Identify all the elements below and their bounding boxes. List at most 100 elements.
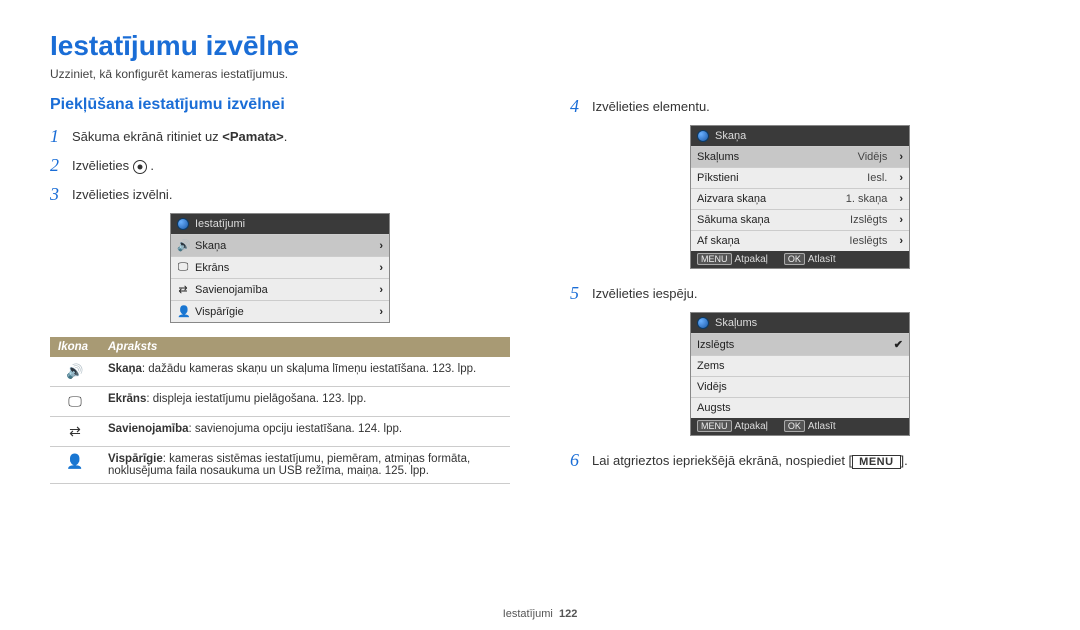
row-label: Augsts	[697, 402, 731, 414]
menu-row: Pīkstieni Iesl. ›	[691, 167, 909, 188]
row-label: Savienojamība	[195, 284, 268, 296]
row-label: Aizvara skaņa	[697, 193, 766, 205]
dial-icon	[697, 317, 709, 329]
step-number: 4	[570, 96, 584, 117]
page-title: Iestatījumu izvēlne	[50, 30, 1030, 62]
menu-row: ⇄ Savienojamība ›	[171, 278, 389, 300]
step-5: 5 Izvēlieties iespēju.	[570, 283, 1030, 304]
table-icon-cell: 🖵	[50, 387, 100, 417]
step-number: 3	[50, 184, 64, 205]
intro-text: Uzziniet, kā konfigurēt kameras iestatīj…	[50, 67, 1030, 81]
row-icon: 👤	[177, 305, 189, 318]
row-label: Vidējs	[697, 381, 727, 393]
row-value: Vidējs	[858, 151, 888, 163]
menu-header: Iestatījumi	[171, 214, 389, 234]
ok-btn-label: OK	[784, 253, 805, 265]
menu-header: Skaņa	[691, 126, 909, 146]
table-desc-cell: Ekrāns: displeja iestatījumu pielāgošana…	[100, 387, 510, 417]
row-label: Skaļums	[697, 151, 739, 163]
row-value: Iesl.	[867, 172, 887, 184]
table-row: 🔊Skaņa: dažādu kameras skaņu un skaļuma …	[50, 357, 510, 387]
table-head-icon: Ikona	[50, 337, 100, 357]
chevron-right-icon: ›	[379, 284, 383, 296]
step-number: 2	[50, 155, 64, 176]
icon-description-table: Ikona Apraksts 🔊Skaņa: dažādu kameras sk…	[50, 337, 510, 484]
menu-row: Af skaņaIeslēgts›	[691, 230, 909, 251]
step-number: 1	[50, 126, 64, 147]
row-value: Ieslēgts	[849, 235, 887, 247]
dial-icon	[697, 130, 709, 142]
step-1: 1 Sākuma ekrānā ritiniet uz <Pamata>.	[50, 126, 510, 147]
chevron-right-icon: ›	[899, 214, 903, 226]
menu-button-graphic: MENU	[852, 455, 900, 469]
step-5-text: Izvēlieties iespēju.	[592, 283, 698, 301]
table-desc-cell: Savienojamība: savienojuma opciju iestat…	[100, 417, 510, 447]
menu-row: 🔊 Skaņa ›	[171, 234, 389, 256]
menu-row: 👤Vispārīgie›	[171, 300, 389, 322]
target-icon	[133, 160, 147, 174]
step-1-text: Sākuma ekrānā ritiniet uz	[72, 129, 222, 144]
ok-btn-label: OK	[784, 420, 805, 432]
menu-btn-label: MENU	[697, 253, 732, 265]
step-number: 6	[570, 450, 584, 471]
step-1-bold: <Pamata>	[222, 129, 283, 144]
left-column: Piekļūšana iestatījumu izvēlnei 1 Sākuma…	[50, 96, 510, 484]
menu-title: Skaļums	[715, 317, 757, 329]
table-desc-cell: Skaņa: dažādu kameras skaņu un skaļuma l…	[100, 357, 510, 387]
footer-page: 122	[559, 608, 577, 620]
table-row: ⇄Savienojamība: savienojuma opciju iesta…	[50, 417, 510, 447]
chevron-right-icon: ›	[379, 262, 383, 274]
step-3-text: Izvēlieties izvēlni.	[72, 184, 172, 202]
menu-footer: MENUAtpakaļ OKAtlasīt	[691, 418, 909, 435]
page-footer: Iestatījumi 122	[0, 608, 1080, 620]
menu-title: Skaņa	[715, 130, 746, 142]
menu-row: Sākuma skaņa Izslēgts ›	[691, 209, 909, 230]
table-desc-cell: Vispārīgie: kameras sistēmas iestatījumu…	[100, 447, 510, 484]
back-label: Atpakaļ	[735, 254, 768, 265]
step-4: 4 Izvēlieties elementu.	[570, 96, 1030, 117]
step-2-text: Izvēlieties	[72, 158, 133, 173]
menu-row: Skaļums Vidējs ›	[691, 146, 909, 167]
row-icon: 🖵	[177, 261, 189, 274]
chevron-right-icon: ›	[899, 172, 903, 184]
row-label: Izslēgts	[697, 339, 734, 351]
row-label: Sākuma skaņa	[697, 214, 770, 226]
settings-menu-preview: Iestatījumi 🔊 Skaņa › 🖵 Ekrāns › ⇄ Savienojamīb…	[170, 213, 390, 323]
row-icon: ⇄	[177, 283, 189, 296]
menu-row: Vidējs	[691, 376, 909, 397]
row-value: Izslēgts	[850, 214, 887, 226]
chevron-right-icon: ›	[379, 240, 383, 252]
chevron-right-icon: ›	[899, 193, 903, 205]
chevron-right-icon: ›	[379, 306, 383, 318]
row-label: Pīkstieni	[697, 172, 739, 184]
menu-header: Skaļums	[691, 313, 909, 333]
step-3: 3 Izvēlieties izvēlni.	[50, 184, 510, 205]
step-6: 6 Lai atgrieztos iepriekšējā ekrānā, nos…	[570, 450, 1030, 471]
right-column: 4 Izvēlieties elementu. Skaņa Skaļums Vid…	[570, 96, 1030, 484]
row-label: Ekrāns	[195, 262, 229, 274]
dial-icon	[177, 218, 189, 230]
chevron-right-icon: ›	[899, 151, 903, 163]
sound-menu-preview: Skaņa SkaļumsVidējs›PīkstieniIesl.›Aizva…	[690, 125, 910, 269]
menu-row: 🖵 Ekrāns ›	[171, 256, 389, 278]
section-heading: Piekļūšana iestatījumu izvēlnei	[50, 96, 510, 114]
footer-section: Iestatījumi	[503, 608, 553, 620]
table-row: 👤Vispārīgie: kameras sistēmas iestatījum…	[50, 447, 510, 484]
row-icon: 🔊	[177, 239, 189, 252]
check-icon: ✔	[894, 338, 903, 351]
table-icon-cell: ⇄	[50, 417, 100, 447]
table-head-desc: Apraksts	[100, 337, 510, 357]
select-label: Atlasīt	[808, 254, 836, 265]
row-label: Zems	[697, 360, 725, 372]
step-number: 5	[570, 283, 584, 304]
back-label: Atpakaļ	[735, 421, 768, 432]
step-2: 2 Izvēlieties .	[50, 155, 510, 176]
menu-row: Aizvara skaņa1. skaņa›	[691, 188, 909, 209]
menu-title: Iestatījumi	[195, 218, 245, 230]
row-label: Skaņa	[195, 240, 226, 252]
volume-menu-preview: Skaļums Izslēgts ✔ Zems Vidējs Augsts MENUAt…	[690, 312, 910, 436]
menu-footer: MENUAtpakaļ OKAtlasīt	[691, 251, 909, 268]
menu-btn-label: MENU	[697, 420, 732, 432]
menu-row: Izslēgts ✔	[691, 333, 909, 355]
menu-row: Zems	[691, 355, 909, 376]
